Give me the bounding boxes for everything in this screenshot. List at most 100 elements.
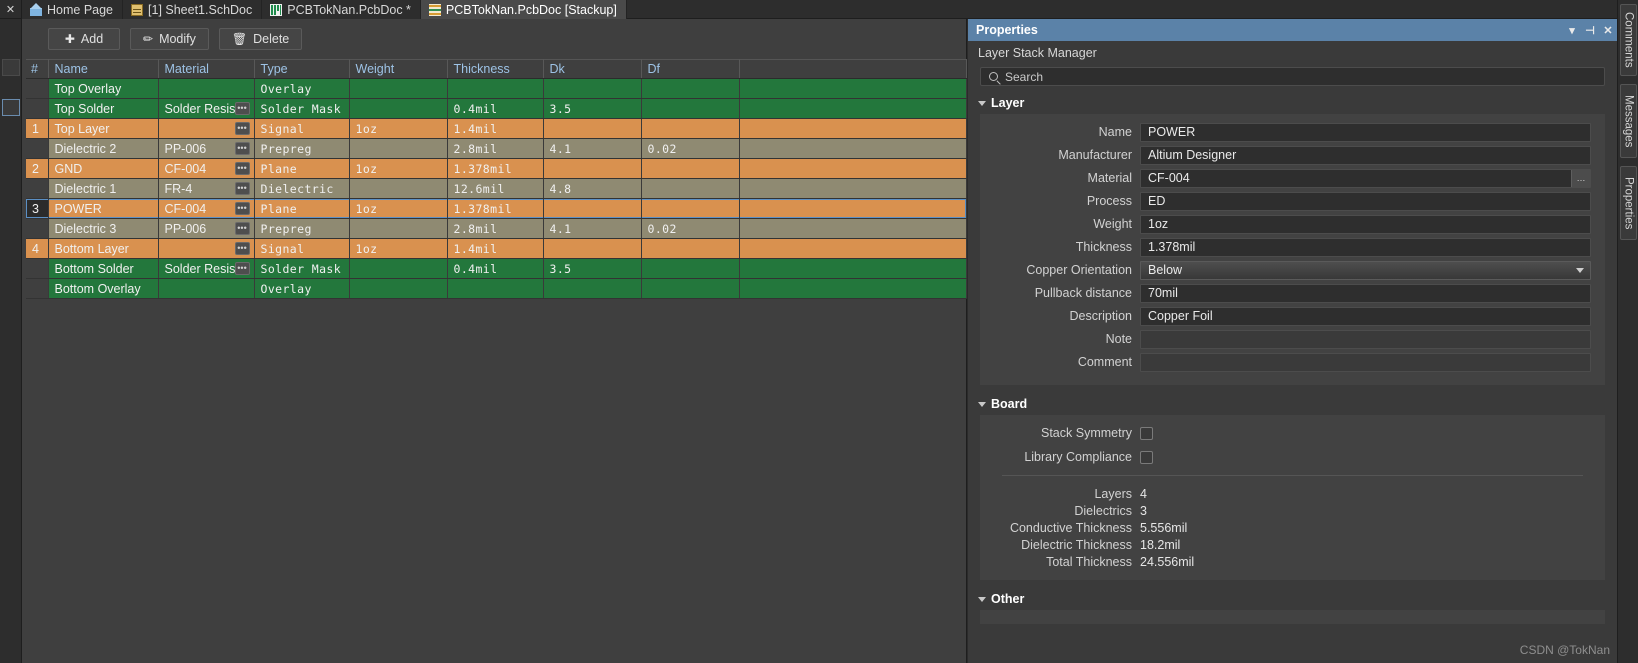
cell-idx[interactable] [26, 98, 49, 119]
cell-spacer[interactable] [739, 138, 967, 159]
cell-name[interactable]: Dielectric 2 [48, 138, 159, 159]
cell-df[interactable] [641, 118, 740, 139]
cell-df[interactable] [641, 78, 740, 99]
chevron-down-icon[interactable]: ▾ [1563, 24, 1581, 37]
material-picker-button[interactable]: ••• [234, 222, 250, 235]
cell-df[interactable]: 0.02 [641, 218, 740, 239]
table-row[interactable]: 3 POWER CF-004 ••• Plane 1oz 1.378mil [26, 198, 967, 219]
document-tab-3[interactable]: PCBTokNan.PcbDoc [Stackup] [420, 0, 627, 19]
cell-weight[interactable]: 1oz [349, 158, 448, 179]
table-header-blank[interactable] [739, 59, 967, 79]
cell-type[interactable]: Signal [254, 238, 350, 259]
cell-spacer[interactable] [739, 98, 967, 119]
cell-type[interactable]: Solder Mask [254, 258, 350, 279]
checkbox-library-compliance[interactable] [1140, 450, 1153, 464]
table-row[interactable]: 2 GND CF-004 ••• Plane 1oz 1.378mil [26, 158, 967, 179]
cell-dk[interactable]: 4.1 [543, 218, 642, 239]
material-picker-button[interactable]: ••• [234, 182, 250, 195]
cell-spacer[interactable] [739, 278, 967, 299]
cell-material[interactable]: CF-004 ••• [158, 158, 255, 179]
checkbox-stack-symmetry[interactable] [1140, 426, 1153, 440]
cell-dk[interactable] [543, 278, 642, 299]
cell-material[interactable]: Solder Resist ••• [158, 98, 255, 119]
cell-type[interactable]: Signal [254, 118, 350, 139]
cell-spacer[interactable] [739, 158, 967, 179]
cell-df[interactable] [641, 258, 740, 279]
cell-df[interactable] [641, 238, 740, 259]
cell-weight[interactable] [349, 278, 448, 299]
close-icon[interactable]: ✕ [1599, 24, 1617, 37]
add-button[interactable]: ✚ Add [48, 28, 120, 50]
table-header-weight[interactable]: Weight [349, 59, 448, 79]
table-header-type[interactable]: Type [254, 59, 350, 79]
cell-thickness[interactable]: 0.4mil [447, 258, 544, 279]
cell-type[interactable]: Prepreg [254, 218, 350, 239]
cell-idx[interactable] [26, 278, 49, 299]
cell-type[interactable]: Solder Mask [254, 98, 350, 119]
cell-dk[interactable] [543, 78, 642, 99]
cell-weight[interactable] [349, 138, 448, 159]
field-input-copper-orientation[interactable]: Below [1140, 260, 1591, 280]
table-row[interactable]: Dielectric 1 FR-4 ••• Dielectric 12.6mil 4.8 [26, 178, 967, 199]
cell-weight[interactable] [349, 98, 448, 119]
cell-type[interactable]: Overlay [254, 78, 350, 99]
table-row[interactable]: Dielectric 3 PP-006 ••• Prepreg 2.8mil 4.1 0.0… [26, 218, 967, 239]
cell-material[interactable]: PP-006 ••• [158, 138, 255, 159]
document-tab-1[interactable]: [1] Sheet1.SchDoc [123, 0, 263, 19]
material-picker-button[interactable]: ••• [234, 102, 250, 115]
material-browse-button[interactable]: … [1571, 169, 1590, 187]
cell-name[interactable]: Bottom Layer [48, 238, 159, 259]
cell-weight[interactable] [349, 78, 448, 99]
cell-material[interactable] [158, 78, 255, 99]
cell-thickness[interactable]: 1.4mil [447, 238, 544, 259]
cell-weight[interactable] [349, 258, 448, 279]
cell-weight[interactable] [349, 178, 448, 199]
cell-material[interactable]: CF-004 ••• [158, 198, 255, 219]
table-row[interactable]: Dielectric 2 PP-006 ••• Prepreg 2.8mil 4.1 0.0… [26, 138, 967, 159]
table-row[interactable]: Bottom Solder Solder Resist ••• Solder Mask… [26, 258, 967, 279]
cell-spacer[interactable] [739, 118, 967, 139]
cell-type[interactable]: Overlay [254, 278, 350, 299]
cell-df[interactable] [641, 198, 740, 219]
table-header--[interactable]: # [26, 59, 49, 79]
cell-dk[interactable] [543, 198, 642, 219]
table-header-name[interactable]: Name [48, 59, 159, 79]
modify-button[interactable]: ✏ Modify [130, 28, 209, 50]
cell-name[interactable]: Top Overlay [48, 78, 159, 99]
cell-dk[interactable] [543, 238, 642, 259]
table-row[interactable]: Bottom Overlay Overlay [26, 278, 967, 299]
cell-spacer[interactable] [739, 78, 967, 99]
cell-idx[interactable] [26, 258, 49, 279]
cell-idx[interactable]: 4 [26, 238, 49, 259]
pin-icon[interactable]: ⊣ [1581, 24, 1599, 37]
field-input-comment[interactable] [1140, 352, 1591, 372]
cell-thickness[interactable] [447, 78, 544, 99]
table-header-df[interactable]: Df [641, 59, 740, 79]
cell-thickness[interactable] [447, 278, 544, 299]
close-document-button[interactable]: ✕ [0, 0, 22, 18]
table-row[interactable]: 1 Top Layer ••• Signal 1oz 1.4mil [26, 118, 967, 139]
cell-thickness[interactable]: 1.378mil [447, 198, 544, 219]
document-tab-0[interactable]: Home Page [22, 0, 124, 19]
material-picker-button[interactable]: ••• [234, 142, 250, 155]
cell-name[interactable]: Bottom Solder [48, 258, 159, 279]
cell-spacer[interactable] [739, 258, 967, 279]
table-row[interactable]: Top Overlay Overlay [26, 78, 967, 99]
cell-material[interactable] [158, 278, 255, 299]
cell-type[interactable]: Plane [254, 198, 350, 219]
cell-weight[interactable]: 1oz [349, 118, 448, 139]
cell-material[interactable]: Solder Resist ••• [158, 258, 255, 279]
left-strip-button-2[interactable] [2, 99, 20, 116]
cell-type[interactable]: Plane [254, 158, 350, 179]
section-header-other[interactable]: Other [968, 590, 1617, 610]
left-strip-button-1[interactable] [2, 59, 20, 76]
cell-thickness[interactable]: 0.4mil [447, 98, 544, 119]
cell-name[interactable]: Top Solder [48, 98, 159, 119]
cell-material[interactable]: FR-4 ••• [158, 178, 255, 199]
cell-spacer[interactable] [739, 238, 967, 259]
cell-name[interactable]: Dielectric 3 [48, 218, 159, 239]
cell-type[interactable]: Prepreg [254, 138, 350, 159]
field-input-pullback-distance[interactable]: 70mil [1140, 283, 1591, 303]
cell-idx[interactable]: 2 [26, 158, 49, 179]
cell-dk[interactable] [543, 118, 642, 139]
